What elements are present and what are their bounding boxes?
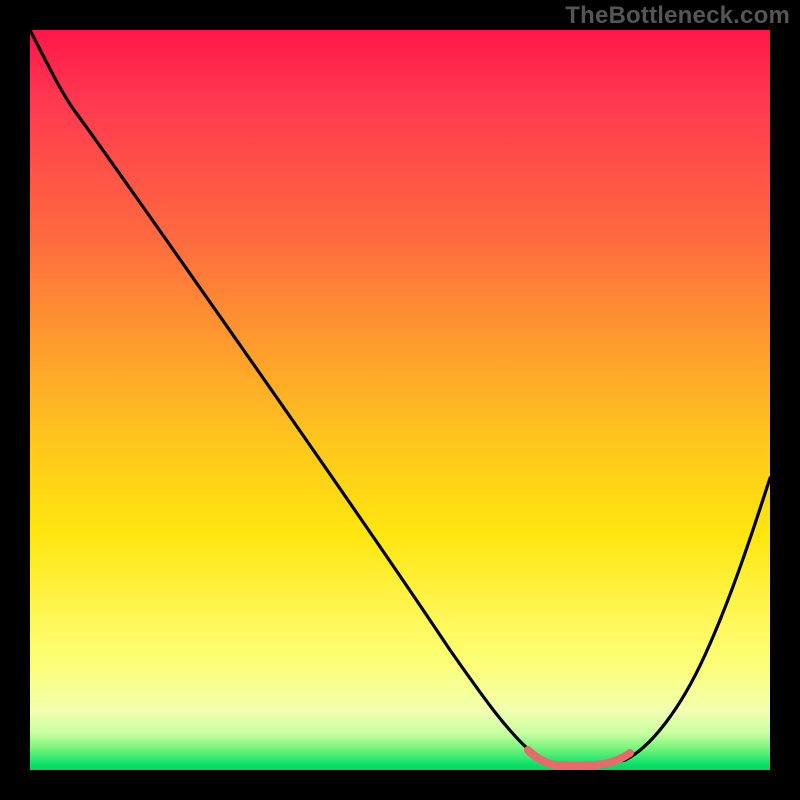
highlight-segment [528,750,630,766]
plot-area [30,30,770,770]
watermark-text: TheBottleneck.com [565,2,790,30]
chart-svg [30,30,770,770]
chart-container: TheBottleneck.com [0,0,800,800]
bottleneck-curve [30,30,770,765]
